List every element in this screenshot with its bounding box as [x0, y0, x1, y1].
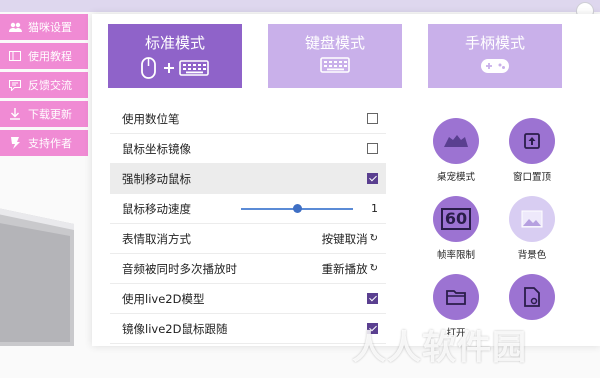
speed-slider[interactable] [241, 203, 353, 213]
mode-label: 手柄模式 [464, 34, 525, 52]
pin-top-icon [509, 118, 555, 164]
watermark: 人人软件园 [352, 328, 527, 368]
desk-pet-icon [433, 118, 479, 164]
sidebar-item-tutorial[interactable]: 使用教程 [0, 43, 88, 69]
quick-label: 帧率限制 [436, 250, 475, 261]
setting-emotion-cancel: 表情取消方式 按键取消 ↻ [110, 224, 386, 254]
setting-label: 使用数位笔 [122, 111, 180, 126]
gamepad-icon [481, 59, 509, 73]
users-icon [8, 20, 22, 34]
setting-use-pen: 使用数位笔 [110, 104, 386, 134]
quick-file-settings[interactable] [504, 274, 560, 325]
setting-audio-replay: 音频被同时多次播放时 重新播放 ↻ [110, 254, 386, 284]
sidebar-item-download[interactable]: 下载更新 [0, 101, 88, 127]
use-pen-checkbox[interactable] [367, 113, 378, 124]
sidebar-item-label: 支持作者 [28, 137, 72, 150]
quick-label: 桌宠模式 [436, 172, 475, 183]
tablet-image [0, 208, 74, 346]
audio-replay-option[interactable]: 重新播放 ↻ [322, 261, 378, 277]
quick-label: 背景色 [517, 250, 547, 261]
sidebar-item-support[interactable]: 支持作者 [0, 130, 88, 156]
setting-label: 鼠标坐标镜像 [122, 141, 191, 156]
mouse-keyboard-icon [141, 57, 209, 79]
quick-label: 窗口置顶 [512, 172, 551, 183]
speed-control: 1 [241, 202, 378, 215]
option-value: 重新播放 [321, 261, 368, 276]
mode-keyboard-button[interactable]: 键盘模式 [268, 24, 402, 88]
quick-fps-limit[interactable]: 60 帧率限制 [428, 196, 484, 261]
sidebar-item-label: 下载更新 [28, 108, 72, 121]
setting-label: 鼠标移动速度 [122, 201, 191, 216]
settings-list: 使用数位笔 鼠标坐标镜像 强制移动鼠标 鼠标移动速度 1 表情取消方式 按键取消 [110, 104, 386, 344]
book-icon [8, 49, 22, 63]
file-settings-icon [509, 274, 555, 320]
force-move-checkbox[interactable] [367, 173, 378, 184]
setting-move-speed: 鼠标移动速度 1 [110, 194, 386, 224]
slider-thumb[interactable] [293, 203, 302, 213]
sidebar-item-label: 使用教程 [28, 50, 72, 63]
setting-label: 表情取消方式 [122, 231, 191, 246]
settings-panel: 标准模式 键盘模式 手柄模式 使用数位笔 鼠标坐标镜像 强制移动鼠标 鼠标移动速… [92, 14, 600, 346]
fps-text: 60 [440, 208, 472, 230]
speed-value: 1 [371, 202, 378, 215]
folder-icon [433, 274, 479, 320]
setting-label: 音频被同时多次播放时 [122, 261, 237, 276]
sidebar: 猫咪设置 使用教程 反馈交流 下载更新 支持作者 [0, 14, 88, 159]
sidebar-item-label: 反馈交流 [28, 79, 72, 92]
refresh-icon: ↻ [369, 233, 378, 244]
setting-force-move: 强制移动鼠标 [110, 164, 386, 194]
keyboard-icon [320, 57, 350, 73]
setting-label: 强制移动鼠标 [122, 171, 191, 186]
sidebar-item-settings[interactable]: 猫咪设置 [0, 14, 88, 40]
background-color-icon [509, 196, 555, 242]
quick-desk-pet[interactable]: 桌宠模式 [428, 118, 484, 183]
setting-mirror-live2d: 镜像live2D鼠标跟随 [110, 314, 386, 344]
setting-use-live2d: 使用live2D模型 [110, 284, 386, 314]
setting-label: 使用live2D模型 [122, 291, 205, 306]
chat-icon [8, 78, 22, 92]
emotion-cancel-option[interactable]: 按键取消 ↻ [322, 231, 378, 247]
sidebar-item-label: 猫咪设置 [28, 21, 72, 34]
option-value: 按键取消 [321, 231, 368, 246]
download-icon [8, 107, 22, 121]
mode-standard-button[interactable]: 标准模式 [108, 24, 242, 88]
mode-label: 键盘模式 [304, 34, 365, 52]
mirror-coords-checkbox[interactable] [367, 143, 378, 154]
refresh-icon: ↻ [369, 263, 378, 274]
quick-background-color[interactable]: 背景色 [504, 196, 560, 261]
mode-gamepad-button[interactable]: 手柄模式 [428, 24, 562, 88]
setting-mirror-coords: 鼠标坐标镜像 [110, 134, 386, 164]
setting-label: 镜像live2D鼠标跟随 [122, 321, 228, 336]
quick-pin-top[interactable]: 窗口置顶 [504, 118, 560, 183]
use-live2d-checkbox[interactable] [367, 293, 378, 304]
title-bar [0, 0, 600, 12]
fps-icon: 60 [433, 196, 479, 242]
support-icon [8, 136, 22, 150]
sidebar-item-feedback[interactable]: 反馈交流 [0, 72, 88, 98]
mode-label: 标准模式 [144, 34, 205, 52]
